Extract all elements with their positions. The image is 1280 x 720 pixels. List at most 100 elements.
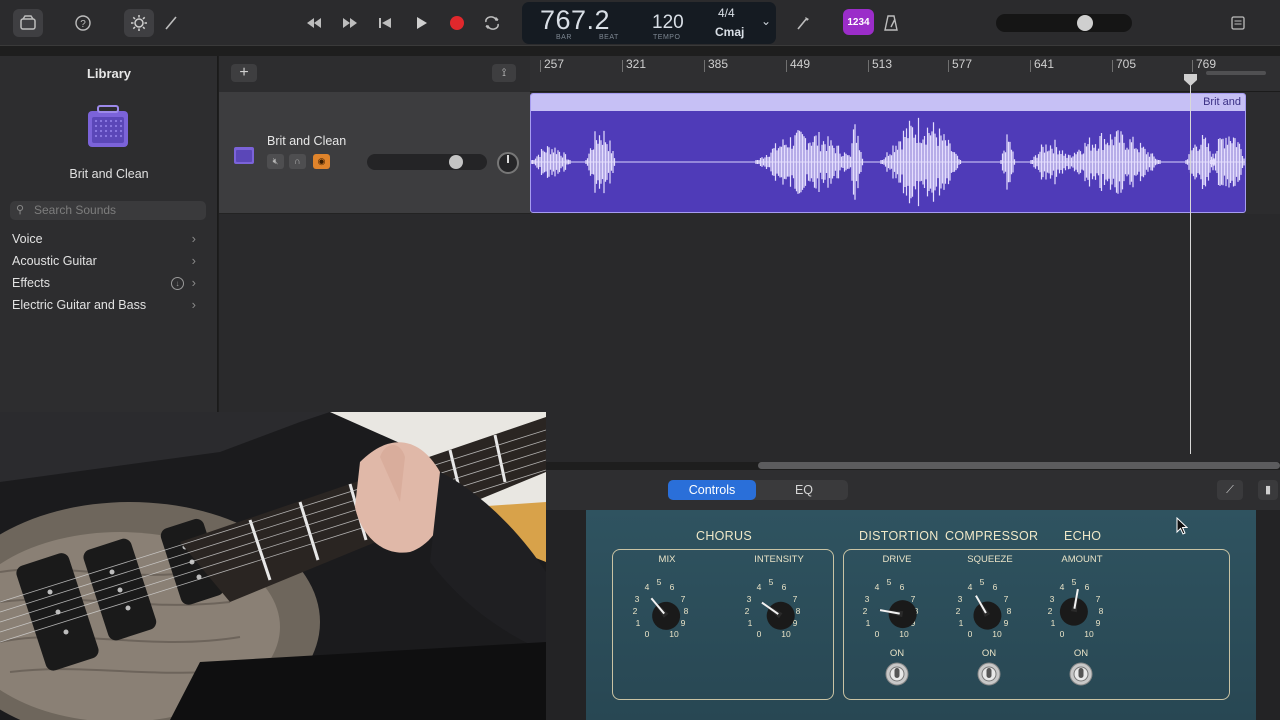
fast-forward-icon[interactable] xyxy=(335,9,365,37)
toggle-switch-icon[interactable] xyxy=(975,660,1003,688)
echo-section-label: ECHO xyxy=(1064,529,1102,543)
smart-controls-icon[interactable] xyxy=(124,9,154,37)
time-signature[interactable]: 4/4 xyxy=(718,6,735,20)
editor-header: Controls EQ ⟋ ▮ xyxy=(546,470,1280,510)
library-item-label: Voice xyxy=(12,232,43,246)
master-volume-knob[interactable] xyxy=(1076,15,1093,31)
compressor-on-switch[interactable]: ON xyxy=(969,648,1009,698)
amp-patch-icon xyxy=(88,105,128,147)
webcam-guitar-video xyxy=(0,412,546,720)
playhead[interactable] xyxy=(1190,76,1191,454)
amp-control-panel: CHORUS DISTORTION COMPRESSOR ECHO MIX IN… xyxy=(586,510,1256,720)
knob-label: DRIVE xyxy=(882,554,912,565)
tracks-timeline[interactable]: 257 321 385 449 513 577 641 705 769 Brit… xyxy=(530,56,1280,469)
lcd-display[interactable]: 767.2 BAR BEAT 120 TEMPO 4/4 Cmaj ⌄ xyxy=(522,2,776,44)
bar-label: BAR xyxy=(556,34,572,41)
help-icon[interactable]: ? xyxy=(68,9,98,37)
drive-knob[interactable]: DRIVE xyxy=(857,554,937,654)
library-title: Library xyxy=(86,66,132,81)
rewind-icon[interactable] xyxy=(299,9,329,37)
play-icon[interactable] xyxy=(406,9,436,37)
library-item-label: Electric Guitar and Bass xyxy=(12,298,147,312)
download-icon[interactable]: ↓ xyxy=(171,277,184,290)
toggle-switch-icon[interactable] xyxy=(1067,660,1095,688)
knob-label: INTENSITY xyxy=(754,554,804,565)
pan-knob-icon[interactable] xyxy=(497,152,519,174)
key-signature[interactable]: Cmaj xyxy=(715,25,744,39)
track-amp-icon xyxy=(234,147,254,164)
library-item-effects[interactable]: Effects ↓ › xyxy=(0,272,218,294)
cycle-icon[interactable] xyxy=(477,9,507,37)
tuner-icon[interactable] xyxy=(788,9,818,37)
mix-knob[interactable]: MIX xyxy=(627,554,707,654)
waveform xyxy=(531,117,1245,207)
library-item-voice[interactable]: Voice › xyxy=(0,228,218,250)
tab-controls[interactable]: Controls xyxy=(668,480,756,500)
tempo-value[interactable]: 120 xyxy=(652,12,684,34)
amp-editor: Controls EQ ⟋ ▮ CHORUS DISTORTION COMPRE… xyxy=(546,470,1280,720)
add-track-button[interactable]: + xyxy=(231,64,257,82)
intensity-knob[interactable]: INTENSITY xyxy=(739,554,819,654)
track-volume-slider[interactable] xyxy=(367,154,487,170)
search-sounds-input[interactable]: ⚲ Search Sounds xyxy=(10,201,206,220)
note-pad-icon[interactable] xyxy=(1223,9,1253,37)
track-header[interactable]: Brit and Clean 🔇︎ ∩ ◉ xyxy=(219,92,530,214)
guitar-video-frame xyxy=(0,412,546,720)
metronome-icon[interactable] xyxy=(876,9,906,37)
echo-on-switch[interactable]: ON xyxy=(1061,648,1101,698)
editor-info-icon[interactable]: ▮ xyxy=(1258,480,1278,500)
chevron-right-icon: › xyxy=(191,231,196,246)
track-headers-area: + ⟟ Brit and Clean 🔇︎ ∩ ◉ xyxy=(219,56,530,412)
knob-dial-icon[interactable] xyxy=(857,566,937,646)
mute-icon[interactable]: 🔇︎ xyxy=(267,154,284,169)
toggle-switch-icon[interactable] xyxy=(883,660,911,688)
library-item-label: Effects xyxy=(12,276,50,290)
library-item-acoustic-guitar[interactable]: Acoustic Guitar › xyxy=(0,250,218,272)
playhead-position: 767.2 xyxy=(540,5,611,35)
control-bar: ? 767.2 BAR BEAT 120 TEMPO 4/4 Cmaj ⌄ 12… xyxy=(0,0,1280,46)
master-volume-slider[interactable] xyxy=(996,14,1132,32)
horizontal-scrollbar[interactable] xyxy=(758,462,1280,469)
knob-label: AMOUNT xyxy=(1061,554,1103,565)
knob-dial-icon[interactable] xyxy=(950,566,1030,646)
track-header-toolbar: + ⟟ xyxy=(219,56,530,92)
squeeze-knob[interactable]: SQUEEZE xyxy=(950,554,1030,654)
amount-knob[interactable]: AMOUNT xyxy=(1042,554,1122,654)
tab-eq[interactable]: EQ xyxy=(760,480,848,500)
switch-label: ON xyxy=(1073,648,1089,659)
tempo-label: TEMPO xyxy=(653,34,681,41)
editor-tuner-icon[interactable]: ⟋ xyxy=(1217,480,1243,500)
record-icon[interactable] xyxy=(442,9,472,37)
distortion-on-switch[interactable]: ON xyxy=(877,648,917,698)
knob-label: MIX xyxy=(658,554,676,565)
zoom-slider[interactable] xyxy=(1206,71,1266,75)
library-item-electric-guitar-and-bass[interactable]: Electric Guitar and Bass › xyxy=(0,294,218,316)
solo-headphones-icon[interactable]: ∩ xyxy=(289,154,306,169)
library-item-label: Acoustic Guitar xyxy=(12,254,97,268)
region-name: Brit and xyxy=(1203,96,1241,108)
knob-dial-icon[interactable] xyxy=(739,566,819,646)
empty-track-area[interactable] xyxy=(530,214,1280,462)
library-toggle-icon[interactable] xyxy=(13,9,43,37)
record-enable-icon[interactable]: ◉ xyxy=(313,154,330,169)
editor-tabs: Controls EQ xyxy=(668,480,848,500)
library-panel: Library Brit and Clean ⚲ Search Sounds V… xyxy=(0,56,218,412)
go-to-beginning-icon[interactable] xyxy=(370,9,400,37)
lcd-chevron-down-icon[interactable]: ⌄ xyxy=(761,14,771,28)
track-volume-knob[interactable] xyxy=(448,155,463,169)
ruler[interactable]: 257 321 385 449 513 577 641 705 769 xyxy=(530,56,1280,92)
knob-dial-icon[interactable] xyxy=(1042,566,1122,646)
region-header[interactable]: Brit and xyxy=(531,94,1245,111)
count-in-button[interactable]: 1234 xyxy=(843,9,874,35)
editors-pencil-icon[interactable] xyxy=(156,9,186,37)
playhead-handle-icon[interactable] xyxy=(1184,74,1197,86)
track-name[interactable]: Brit and Clean xyxy=(267,134,346,148)
catch-playhead-icon[interactable]: ⟟ xyxy=(492,64,516,82)
chevron-right-icon: › xyxy=(191,297,196,312)
knob-label: SQUEEZE xyxy=(967,554,1013,565)
knob-dial-icon[interactable] xyxy=(627,566,707,646)
library-category-list: Voice › Acoustic Guitar › Effects ↓ › El… xyxy=(0,228,218,316)
svg-text:?: ? xyxy=(80,19,86,30)
switch-label: ON xyxy=(889,648,905,659)
audio-region[interactable]: Brit and xyxy=(530,93,1246,213)
